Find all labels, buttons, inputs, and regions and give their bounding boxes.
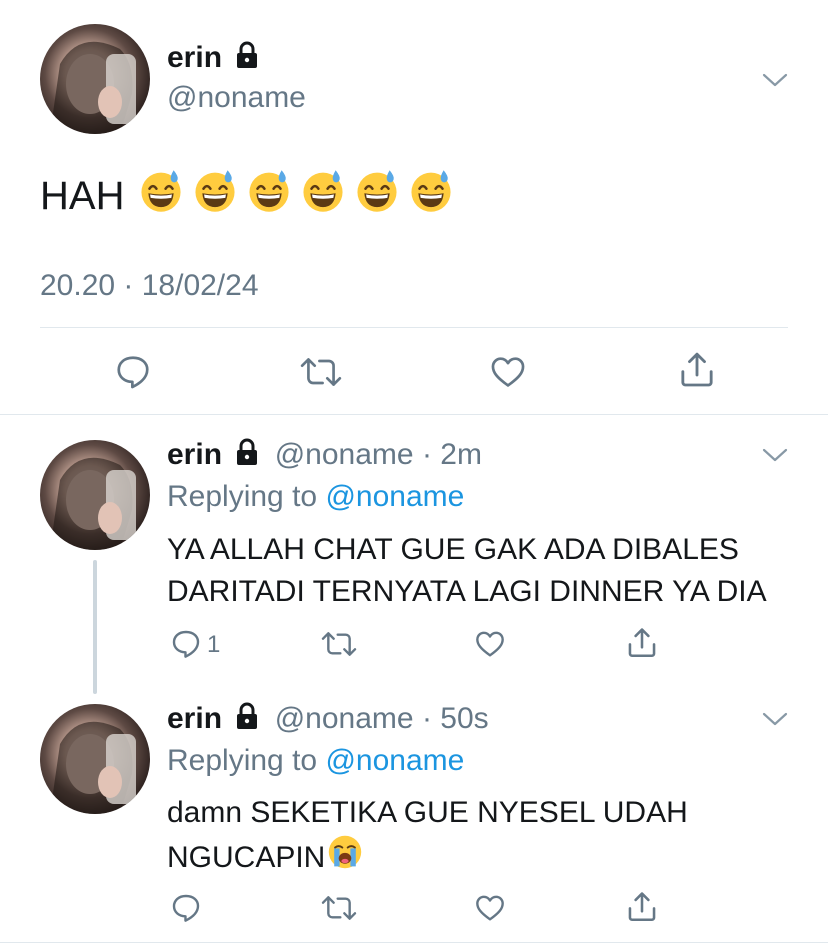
reply-text-line: damn SEKETIKA GUE NYESEL UDAH: [167, 796, 688, 829]
reply-text-line: NGUCAPIN: [167, 841, 326, 874]
handle[interactable]: @noname: [275, 438, 414, 471]
tweet-body: HAH: [40, 174, 125, 218]
reply-header: erin @noname · 2m: [167, 437, 482, 473]
share-icon[interactable]: [625, 890, 659, 924]
loudly-crying-face-icon: [327, 834, 363, 882]
relative-time[interactable]: 2m: [440, 438, 482, 471]
replying-label: Replying to: [167, 480, 318, 513]
mention-link[interactable]: @noname: [325, 744, 464, 777]
grinning-face-with-sweat-icon: [192, 168, 238, 225]
reply-icon[interactable]: [114, 353, 152, 391]
share-icon[interactable]: [625, 626, 659, 660]
replying-to: Replying to @noname: [167, 743, 464, 779]
like-icon[interactable]: [473, 892, 507, 924]
retweet-icon[interactable]: [320, 628, 358, 660]
avatar[interactable]: [40, 440, 150, 550]
reply-icon[interactable]: [170, 892, 202, 924]
section-divider: [0, 414, 828, 415]
handle[interactable]: @noname: [275, 702, 414, 735]
divider: [40, 327, 788, 328]
share-icon[interactable]: [677, 350, 717, 390]
retweet-icon[interactable]: [320, 892, 358, 924]
lock-icon: [234, 438, 260, 466]
separator: ·: [421, 438, 432, 471]
avatar[interactable]: [40, 24, 150, 134]
replying-label: Replying to: [167, 744, 318, 777]
reply-text: damn SEKETIKA GUE NYESEL UDAH NGUCAPIN: [167, 792, 688, 882]
avatar[interactable]: [40, 704, 150, 814]
chevron-down-icon[interactable]: [762, 72, 788, 88]
tweet-text: HAH: [40, 169, 454, 220]
emoji-row: [138, 168, 454, 225]
like-icon[interactable]: [473, 628, 507, 660]
handle[interactable]: @noname: [167, 80, 306, 116]
display-name[interactable]: erin: [167, 40, 260, 76]
reply-text-line: DARITADI TERNYATA LAGI DINNER YA DIA: [167, 575, 767, 608]
grinning-face-with-sweat-icon: [138, 168, 184, 225]
lock-icon: [234, 41, 260, 69]
lock-icon: [234, 702, 260, 730]
reply-count: 1: [207, 631, 221, 658]
relative-time[interactable]: 50s: [440, 702, 488, 735]
grinning-face-with-sweat-icon: [354, 168, 400, 225]
thread-line: [93, 560, 97, 694]
display-name[interactable]: erin: [167, 702, 222, 735]
like-icon[interactable]: [488, 353, 528, 391]
separator: ·: [421, 702, 432, 735]
grinning-face-with-sweat-icon: [300, 168, 346, 225]
grinning-face-with-sweat-icon: [408, 168, 454, 225]
display-name[interactable]: erin: [167, 438, 222, 471]
mention-link[interactable]: @noname: [325, 480, 464, 513]
grinning-face-with-sweat-icon: [246, 168, 292, 225]
chevron-down-icon[interactable]: [762, 711, 788, 727]
retweet-icon[interactable]: [299, 353, 343, 391]
timestamp[interactable]: 20.20 · 18/02/24: [40, 268, 259, 304]
bottom-divider: [0, 942, 828, 943]
reply-text-line: YA ALLAH CHAT GUE GAK ADA DIBALES: [167, 533, 739, 566]
chevron-down-icon[interactable]: [762, 447, 788, 463]
replying-to: Replying to @noname: [167, 479, 464, 515]
reply-text: YA ALLAH CHAT GUE GAK ADA DIBALES DARITA…: [167, 529, 767, 613]
reply-header: erin @noname · 50s: [167, 701, 489, 737]
reply-icon[interactable]: [170, 628, 202, 660]
